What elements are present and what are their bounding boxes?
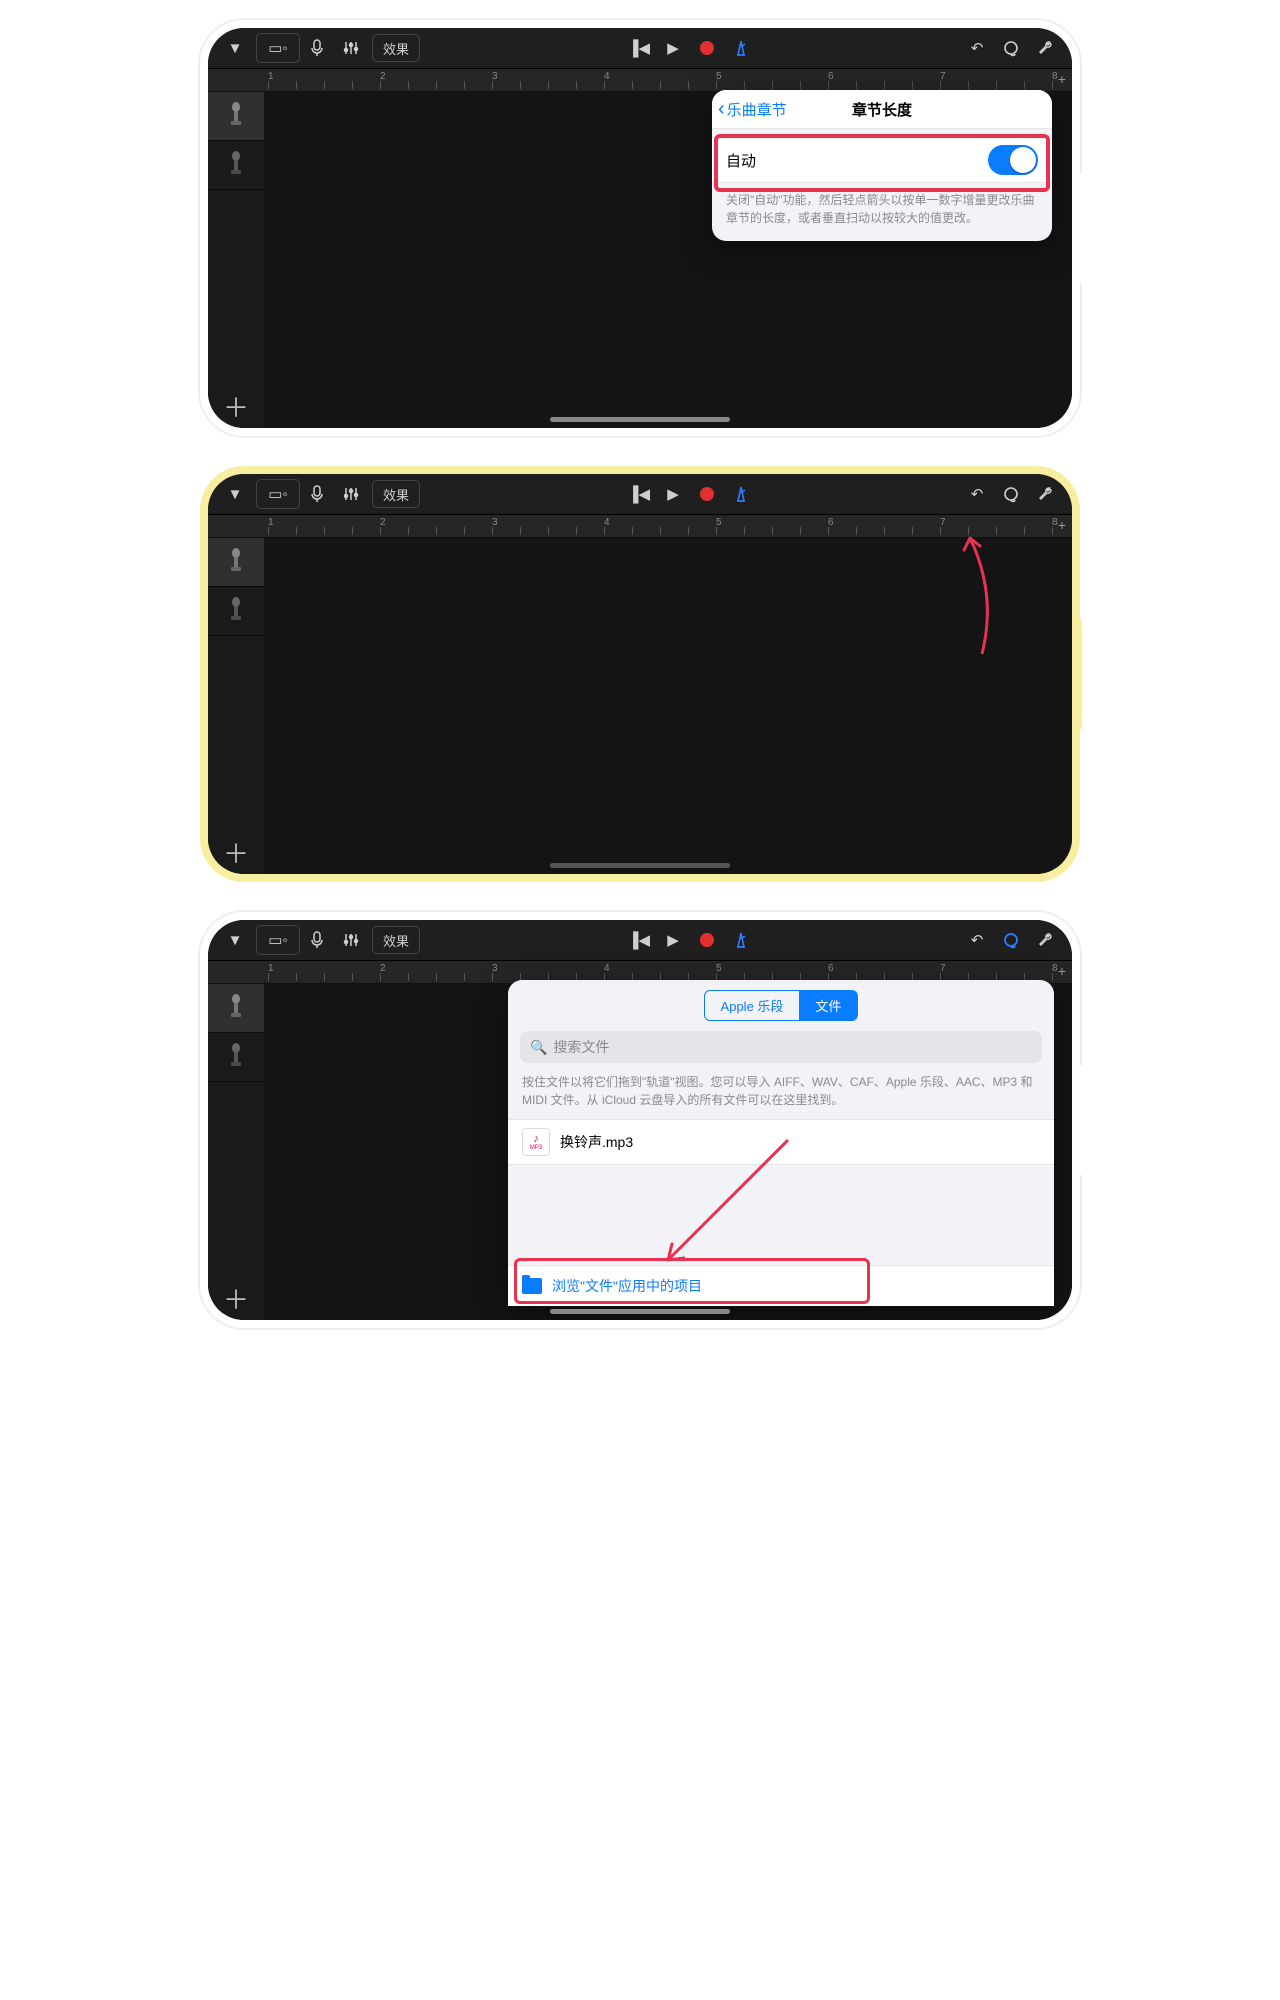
section-plus-icon[interactable]: + xyxy=(1058,963,1066,979)
camera-icon[interactable]: ▭◦ xyxy=(256,479,300,509)
chevron-left-icon: ‹ xyxy=(718,98,725,121)
play-icon[interactable]: ▶ xyxy=(656,480,690,508)
play-icon[interactable]: ▶ xyxy=(656,34,690,62)
seg-apple-loops[interactable]: Apple 乐段 xyxy=(705,991,800,1020)
auto-hint-text: 关闭"自动"功能，然后轻点箭头以按单一数字增量更改乐曲章节的长度，或者垂直扫动以… xyxy=(712,183,1052,241)
loop-icon[interactable] xyxy=(994,926,1028,954)
browse-label: 浏览"文件"应用中的项目 xyxy=(552,1276,702,1296)
screenshot-2: ▼ ▭◦ 效果 ▐◀ ▶ ↶ + 12345678 ＋ xyxy=(200,466,1080,882)
toolbar: ▼ ▭◦ 效果 ▐◀ ▶ ↶ xyxy=(208,920,1072,961)
back-label: 乐曲章节 xyxy=(727,99,787,120)
metronome-icon[interactable] xyxy=(724,480,758,508)
toolbar: ▼ ▭◦ 效果 ▐◀ ▶ ↶ xyxy=(208,28,1072,69)
auto-row: 自动 xyxy=(712,137,1052,183)
segmented-control: Apple 乐段 文件 xyxy=(704,990,859,1021)
seg-files[interactable]: 文件 xyxy=(799,991,857,1020)
section-plus-icon[interactable]: + xyxy=(1058,517,1066,533)
search-placeholder: 搜索文件 xyxy=(553,1037,609,1057)
sliders-icon[interactable] xyxy=(334,480,368,508)
track-1[interactable] xyxy=(208,538,264,587)
rewind-icon[interactable]: ▐◀ xyxy=(622,480,656,508)
track-header-column: ＋ xyxy=(208,984,264,1320)
camera-icon[interactable]: ▭◦ xyxy=(256,925,300,955)
loop-icon[interactable] xyxy=(994,480,1028,508)
fx-button[interactable]: 效果 xyxy=(372,480,420,508)
timeline-ruler[interactable]: + 12345678 xyxy=(208,69,1072,92)
timeline-ruler[interactable]: + 12345678 xyxy=(208,515,1072,538)
wrench-icon[interactable] xyxy=(1028,926,1062,954)
mic-icon[interactable] xyxy=(300,480,334,508)
track-2[interactable] xyxy=(208,587,264,636)
rewind-icon[interactable]: ▐◀ xyxy=(622,34,656,62)
mic-icon[interactable] xyxy=(300,34,334,62)
undo-icon[interactable]: ↶ xyxy=(960,34,994,62)
sliders-icon[interactable] xyxy=(334,34,368,62)
add-track-button[interactable]: ＋ xyxy=(208,1274,264,1320)
sliders-icon[interactable] xyxy=(334,926,368,954)
browse-files-button[interactable]: 浏览"文件"应用中的项目 xyxy=(508,1265,1054,1306)
fx-button[interactable]: 效果 xyxy=(372,926,420,954)
record-button[interactable] xyxy=(690,34,724,62)
home-indicator xyxy=(550,417,730,422)
section-plus-icon[interactable]: + xyxy=(1058,71,1066,87)
play-icon[interactable]: ▶ xyxy=(656,926,690,954)
chevron-down-icon[interactable]: ▼ xyxy=(218,480,252,508)
back-button[interactable]: ‹ 乐曲章节 xyxy=(712,98,787,121)
undo-icon[interactable]: ↶ xyxy=(960,480,994,508)
rewind-icon[interactable]: ▐◀ xyxy=(622,926,656,954)
auto-label: 自动 xyxy=(726,150,756,171)
folder-icon xyxy=(522,1278,542,1294)
track-header-column: ＋ xyxy=(208,538,264,874)
chevron-down-icon[interactable]: ▼ xyxy=(218,34,252,62)
home-indicator xyxy=(550,1309,730,1314)
auto-toggle[interactable] xyxy=(988,145,1038,175)
screenshot-3: ▼ ▭◦ 效果 ▐◀ ▶ ↶ + 12345678 ＋ xyxy=(200,912,1080,1328)
screenshot-1: ▼ ▭◦ 效果 ▐◀ ▶ ↶ + 12345678 ＋ xyxy=(200,20,1080,436)
add-track-button[interactable]: ＋ xyxy=(208,828,264,874)
wrench-icon[interactable] xyxy=(1028,34,1062,62)
add-track-button[interactable]: ＋ xyxy=(208,382,264,428)
track-header-column: ＋ xyxy=(208,92,264,428)
metronome-icon[interactable] xyxy=(724,34,758,62)
section-length-popover: ‹ 乐曲章节 章节长度 自动 关闭"自动"功能，然后轻点箭头以按单一数字增量更改… xyxy=(712,90,1052,241)
chevron-down-icon[interactable]: ▼ xyxy=(218,926,252,954)
undo-icon[interactable]: ↶ xyxy=(960,926,994,954)
search-field[interactable]: 🔍 搜索文件 xyxy=(520,1031,1042,1063)
wrench-icon[interactable] xyxy=(1028,480,1062,508)
record-button[interactable] xyxy=(690,480,724,508)
fx-button[interactable]: 效果 xyxy=(372,34,420,62)
metronome-icon[interactable] xyxy=(724,926,758,954)
track-1[interactable] xyxy=(208,984,264,1033)
track-2[interactable] xyxy=(208,1033,264,1082)
file-name: 换铃声.mp3 xyxy=(560,1132,633,1152)
track-canvas[interactable] xyxy=(264,538,1072,874)
loops-popover: Apple 乐段 文件 🔍 搜索文件 按住文件以将它们拖到"轨道"视图。您可以导… xyxy=(508,980,1054,1306)
record-button[interactable] xyxy=(690,926,724,954)
track-2[interactable] xyxy=(208,141,264,190)
mic-icon[interactable] xyxy=(300,926,334,954)
files-hint-text: 按住文件以将它们拖到"轨道"视图。您可以导入 AIFF、WAV、CAF、Appl… xyxy=(508,1067,1054,1115)
loop-icon[interactable] xyxy=(994,34,1028,62)
toolbar: ▼ ▭◦ 效果 ▐◀ ▶ ↶ xyxy=(208,474,1072,515)
home-indicator xyxy=(550,863,730,868)
search-icon: 🔍 xyxy=(530,1039,547,1056)
audio-file-icon: MP3 xyxy=(522,1128,550,1156)
file-row[interactable]: MP3 换铃声.mp3 xyxy=(508,1119,1054,1165)
camera-icon[interactable]: ▭◦ xyxy=(256,33,300,63)
track-1[interactable] xyxy=(208,92,264,141)
